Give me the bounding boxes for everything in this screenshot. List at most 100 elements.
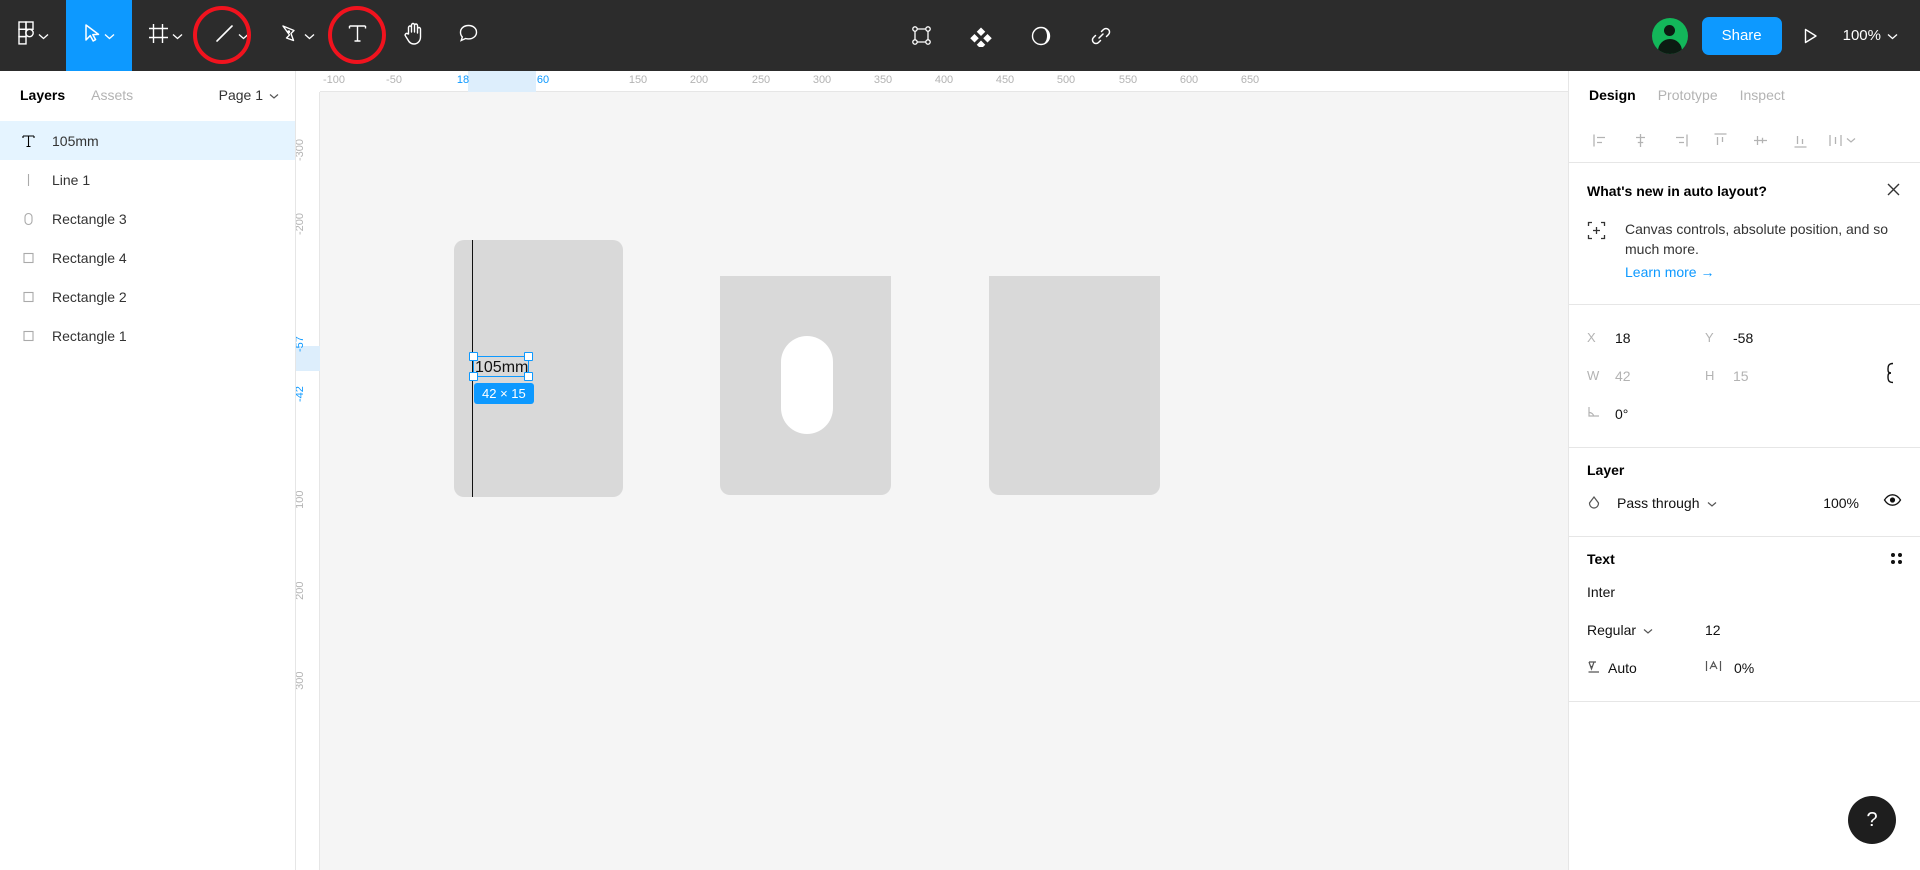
font-size-field[interactable]: 12 bbox=[1705, 622, 1721, 638]
align-right-icon[interactable] bbox=[1667, 128, 1693, 154]
resize-handle-bottom-right[interactable] bbox=[524, 372, 533, 381]
canvas-area[interactable]: 105mm 42 × 15 -100 -50 18 60 150 200 250… bbox=[296, 71, 1568, 870]
frame-tool[interactable] bbox=[132, 0, 198, 71]
vertical-ruler[interactable]: -300 -200 -57 -42 100 200 300 bbox=[296, 92, 320, 870]
visibility-eye-icon[interactable] bbox=[1883, 493, 1902, 512]
ruler-tick-selected: 60 bbox=[536, 74, 550, 86]
link-icon[interactable] bbox=[1080, 0, 1122, 71]
dimension-badge: 42 × 15 bbox=[474, 383, 534, 404]
opacity-value[interactable]: 100% bbox=[1823, 495, 1859, 511]
resize-handle-top-left[interactable] bbox=[469, 352, 478, 361]
height-field[interactable]: H 15 bbox=[1705, 368, 1823, 384]
layer-item-rectangle-4[interactable]: Rectangle 4 bbox=[0, 238, 295, 277]
x-field[interactable]: X 18 bbox=[1587, 330, 1705, 346]
canvas-text-105mm[interactable]: 105mm bbox=[474, 357, 530, 378]
tab-inspect[interactable]: Inspect bbox=[1740, 87, 1785, 103]
avatar-body bbox=[1657, 38, 1682, 54]
layer-section: Layer Pass through 100% bbox=[1569, 448, 1920, 537]
pen-tool[interactable] bbox=[264, 0, 330, 71]
figma-logo-menu[interactable] bbox=[0, 0, 66, 71]
tab-design[interactable]: Design bbox=[1589, 87, 1636, 103]
canvas-shape-rectangle-2[interactable] bbox=[720, 276, 891, 495]
tab-layers[interactable]: Layers bbox=[20, 87, 65, 103]
align-vertical-center-icon[interactable] bbox=[1747, 128, 1773, 154]
ruler-tick: 300 bbox=[296, 671, 306, 690]
align-left-icon[interactable] bbox=[1587, 128, 1613, 154]
horizontal-ruler[interactable]: -100 -50 18 60 150 200 250 300 350 400 4… bbox=[296, 71, 1568, 92]
canvas-shape-cutout-pill[interactable] bbox=[781, 336, 833, 434]
text-tool[interactable] bbox=[328, 0, 386, 71]
line-height-icon bbox=[1587, 659, 1601, 677]
constrain-proportions-icon[interactable] bbox=[1884, 362, 1898, 389]
chevron-down-icon bbox=[304, 27, 315, 45]
ruler-tick: 650 bbox=[1240, 74, 1260, 86]
whats-new-body: Canvas controls, absolute position, and … bbox=[1587, 219, 1902, 282]
line-height-field[interactable]: Auto bbox=[1587, 659, 1705, 677]
canvas-controls-icon bbox=[1587, 221, 1607, 282]
layer-title-label: Layer bbox=[1587, 461, 1625, 478]
shape-line-tool[interactable] bbox=[193, 0, 264, 71]
selection-bounding-box[interactable]: 105mm 42 × 15 bbox=[469, 352, 534, 404]
font-style-row: Regular 12 bbox=[1587, 611, 1902, 649]
alignment-toolbar bbox=[1569, 119, 1920, 163]
font-weight-dropdown[interactable]: Regular bbox=[1587, 622, 1705, 638]
resize-handle-top-right[interactable] bbox=[524, 352, 533, 361]
h-label: H bbox=[1705, 368, 1715, 384]
selection-frame-icon[interactable] bbox=[900, 0, 942, 71]
position-size-section: X 18 Y -58 W 42 H 15 0° bbox=[1569, 305, 1920, 448]
hand-tool[interactable] bbox=[384, 0, 442, 71]
help-button[interactable]: ? bbox=[1848, 796, 1896, 844]
move-tool[interactable] bbox=[66, 0, 132, 71]
y-field[interactable]: Y -58 bbox=[1705, 330, 1823, 346]
align-horizontal-center-icon[interactable] bbox=[1627, 128, 1653, 154]
avatar-head bbox=[1664, 24, 1676, 36]
text-layer-icon bbox=[20, 134, 36, 148]
text-options-icon[interactable] bbox=[1891, 553, 1902, 565]
ruler-tick: -50 bbox=[386, 74, 402, 86]
align-bottom-icon[interactable] bbox=[1787, 128, 1813, 154]
zoom-level-label: 100% bbox=[1842, 27, 1881, 44]
font-family-row[interactable]: Inter bbox=[1587, 573, 1902, 611]
layer-item-rectangle-2[interactable]: Rectangle 2 bbox=[0, 277, 295, 316]
x-value: 18 bbox=[1615, 329, 1631, 346]
layer-section-title: Layer bbox=[1587, 462, 1902, 478]
align-top-icon[interactable] bbox=[1707, 128, 1733, 154]
layer-item-rectangle-3[interactable]: Rectangle 3 bbox=[0, 199, 295, 238]
comment-tool[interactable] bbox=[442, 0, 494, 71]
width-field[interactable]: W 42 bbox=[1587, 368, 1705, 384]
hand-icon bbox=[403, 22, 424, 50]
components-icon[interactable] bbox=[960, 0, 1002, 71]
layer-item-rectangle-1[interactable]: Rectangle 1 bbox=[0, 316, 295, 355]
zoom-level-dropdown[interactable]: 100% bbox=[1839, 27, 1902, 44]
learn-more-link[interactable]: Learn more → bbox=[1625, 262, 1714, 282]
figma-app-window: Share 100% Layers Assets Page 1 105mm Li… bbox=[0, 0, 1920, 870]
ruler-tick: 200 bbox=[689, 74, 709, 86]
mask-icon[interactable] bbox=[1020, 0, 1062, 71]
share-button[interactable]: Share bbox=[1701, 16, 1782, 55]
chevron-down-icon bbox=[38, 27, 49, 45]
present-button[interactable] bbox=[1796, 27, 1825, 45]
page-selector-label: Page 1 bbox=[218, 87, 263, 103]
layer-item-line-1[interactable]: Line 1 bbox=[0, 160, 295, 199]
tab-assets[interactable]: Assets bbox=[91, 87, 133, 103]
rect-layer-icon bbox=[20, 251, 36, 265]
avatar[interactable] bbox=[1651, 17, 1688, 54]
w-label: W bbox=[1587, 368, 1600, 384]
ruler-tick: 200 bbox=[296, 581, 306, 600]
tab-prototype[interactable]: Prototype bbox=[1658, 87, 1718, 103]
ruler-tick: 350 bbox=[873, 74, 893, 86]
letter-spacing-field[interactable]: 0% bbox=[1705, 659, 1754, 676]
close-icon[interactable] bbox=[1885, 181, 1902, 201]
layer-item-105mm[interactable]: 105mm bbox=[0, 121, 295, 160]
pen-icon bbox=[280, 23, 301, 49]
page-selector[interactable]: Page 1 bbox=[219, 87, 279, 103]
rotation-field[interactable]: 0° bbox=[1587, 405, 1705, 422]
blend-mode-icon bbox=[1587, 495, 1617, 511]
blend-mode-dropdown[interactable]: Pass through bbox=[1617, 495, 1717, 511]
layer-item-label: 105mm bbox=[52, 132, 99, 149]
y-label: Y bbox=[1705, 330, 1714, 346]
canvas-shape-rectangle-3[interactable] bbox=[989, 276, 1160, 495]
distribute-icon[interactable] bbox=[1827, 132, 1856, 149]
resize-handle-bottom-left[interactable] bbox=[469, 372, 478, 381]
comment-icon bbox=[458, 23, 479, 49]
